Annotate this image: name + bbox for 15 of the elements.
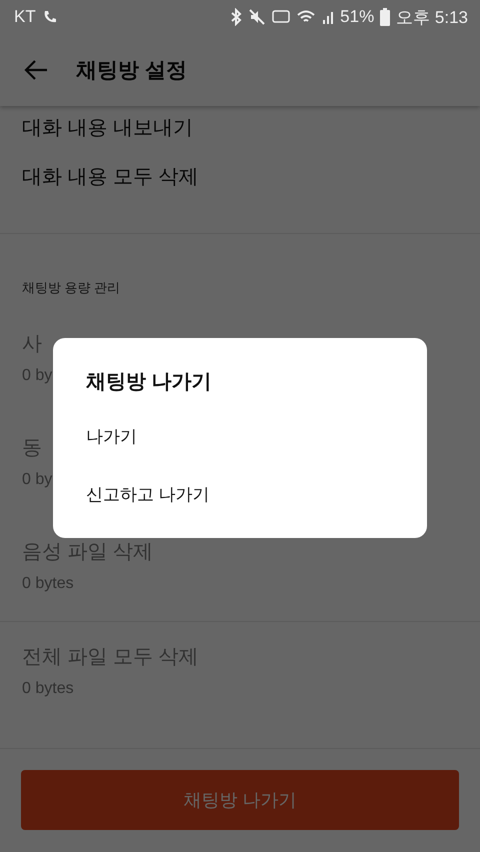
settings-item[interactable]: 대화 내용 내보내기 xyxy=(0,106,480,141)
dialog-option[interactable]: 나가기 xyxy=(53,407,427,465)
screen-title: 채팅방 설정 xyxy=(76,58,187,84)
bluetooth-icon xyxy=(230,8,242,26)
dialog-option[interactable]: 신고하고 나가기 xyxy=(53,465,427,523)
dialog-title: 채팅방 나가기 xyxy=(85,370,213,395)
clock-time: 오후 5:13 xyxy=(396,6,468,28)
section-heading: 채팅방 용량 관리 xyxy=(21,279,122,297)
carrier-name: KT xyxy=(14,7,36,27)
mute-icon xyxy=(248,8,266,26)
battery-icon xyxy=(380,8,390,26)
signal-icon xyxy=(322,9,334,25)
leave-chat-button[interactable]: 채팅방 나가기 xyxy=(21,770,459,830)
battery-percent: 51% xyxy=(340,7,374,27)
settings-item[interactable]: 대화 내용 모두 삭제 xyxy=(0,141,480,211)
